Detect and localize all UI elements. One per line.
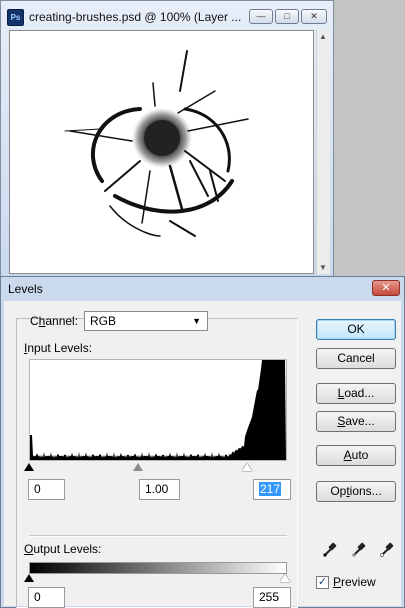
document-canvas[interactable] — [9, 30, 314, 274]
separator — [29, 535, 287, 537]
load-button[interactable]: Load... — [316, 383, 396, 404]
scroll-up-icon[interactable]: ▲ — [319, 32, 327, 41]
input-black-slider[interactable] — [24, 463, 34, 471]
dialog-title: Levels — [8, 282, 43, 296]
save-button[interactable]: Save... — [316, 411, 396, 432]
auto-button[interactable]: Auto — [316, 445, 396, 466]
input-levels-label: Input Levels: — [24, 341, 93, 355]
input-gamma-slider[interactable] — [133, 463, 143, 471]
chevron-down-icon: ▼ — [192, 316, 201, 326]
channel-value: RGB — [90, 314, 117, 328]
input-white-slider[interactable] — [242, 463, 252, 471]
document-title: creating-brushes.psd @ 100% (Layer ... — [29, 10, 242, 24]
black-eyedropper-icon[interactable] — [322, 540, 338, 558]
input-gamma-field[interactable]: 1.00 — [139, 479, 180, 500]
options-button[interactable]: Options... — [316, 481, 396, 502]
maximize-button[interactable]: □ — [275, 9, 299, 24]
histogram-graph — [30, 360, 286, 460]
channel-label: Channel: — [30, 314, 79, 328]
brush-artwork-image — [64, 50, 249, 237]
window-controls: — □ ✕ — [249, 9, 327, 24]
gray-eyedropper-icon[interactable] — [351, 540, 367, 558]
histogram — [29, 359, 287, 461]
dialog-close-button[interactable]: ✕ — [372, 280, 400, 296]
preview-checkbox[interactable]: ✓ — [316, 576, 329, 589]
photoshop-app-icon: Ps — [7, 8, 24, 26]
document-titlebar[interactable]: Ps creating-brushes.psd @ 100% (Layer ..… — [7, 8, 241, 26]
close-button[interactable]: ✕ — [301, 9, 327, 24]
output-white-field[interactable]: 255 — [253, 587, 291, 608]
preview-label[interactable]: Preview — [333, 575, 376, 589]
document-window: Ps creating-brushes.psd @ 100% (Layer ..… — [0, 0, 334, 285]
output-levels-label: Output Levels: — [24, 542, 102, 556]
levels-dialog: Levels ✕ Channel: RGB ▼ Input Levels: 0 … — [0, 276, 405, 608]
input-black-field[interactable]: 0 — [28, 479, 65, 500]
output-black-field[interactable]: 0 — [28, 587, 65, 608]
vertical-scrollbar[interactable]: ▲ ▼ — [316, 30, 330, 274]
histogram-shape — [30, 360, 286, 460]
minimize-button[interactable]: — — [249, 9, 273, 24]
dialog-body: Channel: RGB ▼ Input Levels: 0 1.00 217 … — [4, 301, 401, 608]
white-eyedropper-icon[interactable] — [379, 540, 395, 558]
output-black-slider[interactable] — [24, 574, 34, 582]
channel-select[interactable]: RGB ▼ — [84, 311, 208, 331]
input-white-field[interactable]: 217 — [253, 479, 291, 500]
cancel-button[interactable]: Cancel — [316, 348, 396, 369]
output-white-slider[interactable] — [280, 574, 290, 582]
ok-button[interactable]: OK — [316, 319, 396, 340]
scroll-down-icon[interactable]: ▼ — [319, 263, 327, 272]
output-gradient-bar — [29, 562, 287, 574]
